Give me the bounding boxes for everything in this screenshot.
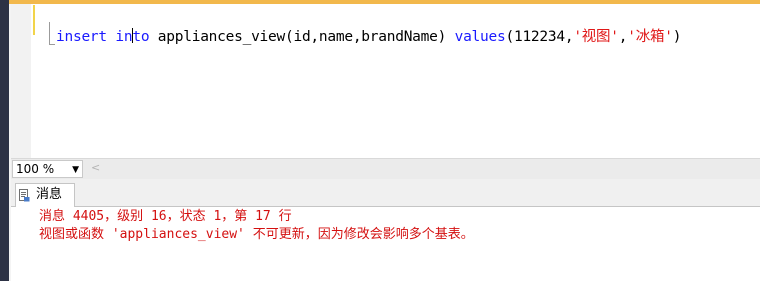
outline-collapse-line [49,22,50,44]
string-literal-name: '视图' [573,29,619,45]
chevron-down-icon[interactable]: ▼ [72,162,79,178]
value-separator: , [618,29,628,45]
message-document-icon [19,189,30,202]
tab-messages-label: 消息 [36,187,63,202]
string-literal-brand: '冰箱' [627,29,673,45]
zoom-dropdown[interactable]: 100 % ▼ [12,160,83,178]
keyword-insert: insert [56,29,107,45]
close-paren: ) [672,29,682,45]
tab-messages[interactable]: 消息 [15,183,75,207]
keyword-values: values [454,29,506,45]
error-message-text: 视图或函数 'appliances_view' 不可更新，因为修改会影响多个基表… [39,227,474,242]
results-pane: 消息 消息 4405，级别 16，状态 1，第 17 行 视图或函数 'appl… [11,179,760,281]
table-and-columns: appliances_view(id,name,brandName) [149,29,455,45]
keyword-into-part2: to [132,29,150,45]
value-id: (112234, [505,29,574,45]
error-message-header: 消息 4405，级别 16，状态 1，第 17 行 [39,209,292,224]
editor-status-strip: 100 % ▼ < [11,158,760,179]
change-tracking-bar [33,5,35,35]
scroll-left-icon[interactable]: < [91,161,100,174]
query-editor[interactable]: insert into appliances_view(id,name,bran… [11,4,760,158]
left-window-rail [0,0,9,281]
zoom-value: 100 % [16,162,55,176]
editor-gutter [11,4,31,158]
code-line[interactable]: insert into appliances_view(id,name,bran… [56,28,681,46]
results-tabstrip [11,179,760,207]
keyword-into-part1: in [115,29,133,45]
outline-collapse-tick [49,44,55,45]
